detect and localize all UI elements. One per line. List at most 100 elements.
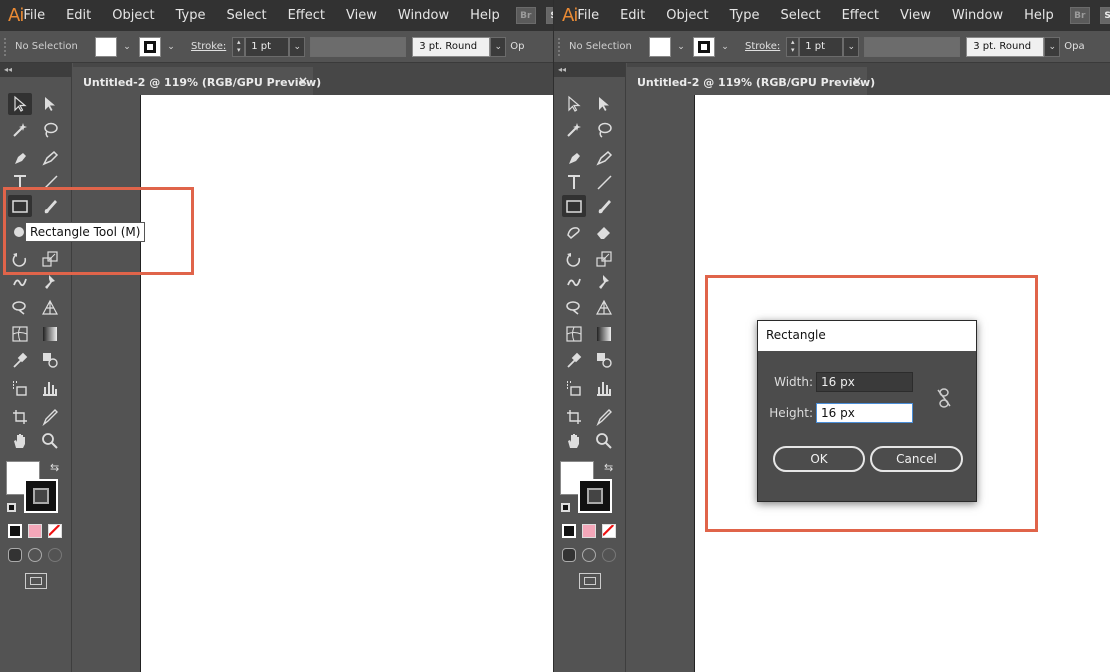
collapse-panel-icon[interactable]: ◂◂ xyxy=(0,63,71,77)
draw-inside-icon[interactable] xyxy=(48,548,62,562)
zoom-tool-icon[interactable] xyxy=(38,430,62,452)
paintbrush-tool-icon[interactable] xyxy=(592,195,616,217)
swap-colors-icon[interactable]: ⇆ xyxy=(50,461,59,474)
opacity-label[interactable]: Op xyxy=(510,41,524,52)
hand-tool-icon[interactable] xyxy=(562,430,586,452)
perspective-grid-tool-icon[interactable] xyxy=(38,296,62,318)
variable-width-profile[interactable] xyxy=(864,36,961,57)
selection-tool-icon[interactable] xyxy=(562,93,586,115)
chevron-down-icon[interactable]: ⌄ xyxy=(490,36,507,57)
menu-view[interactable]: View xyxy=(900,8,931,23)
screen-mode-icon[interactable] xyxy=(579,573,601,589)
stroke-label[interactable]: Stroke: xyxy=(191,41,226,52)
ok-button[interactable]: OK xyxy=(773,446,865,472)
brush-definition[interactable]: 3 pt. Round xyxy=(966,36,1045,57)
direct-selection-tool-icon[interactable] xyxy=(592,93,616,115)
chevron-down-icon[interactable]: ⌄ xyxy=(120,42,134,52)
graph-tool-icon[interactable] xyxy=(38,377,62,399)
artboard-tool-icon[interactable] xyxy=(8,406,32,428)
menu-select[interactable]: Select xyxy=(226,8,266,23)
screen-mode-icon[interactable] xyxy=(25,573,47,589)
stroke-color-box[interactable] xyxy=(24,479,58,513)
menu-effect[interactable]: Effect xyxy=(288,8,325,23)
stock-icon[interactable]: St xyxy=(545,7,553,24)
stroke-swatch[interactable] xyxy=(693,36,715,57)
brush-definition[interactable]: 3 pt. Round xyxy=(412,36,491,57)
menu-object[interactable]: Object xyxy=(666,8,708,23)
menu-edit[interactable]: Edit xyxy=(66,8,91,23)
draw-behind-icon[interactable] xyxy=(28,548,42,562)
warp-tool-icon[interactable] xyxy=(562,271,586,293)
line-tool-icon[interactable] xyxy=(592,171,616,193)
document-tab[interactable]: Untitled-2 @ 119% (RGB/GPU Preview) × xyxy=(627,67,875,95)
slice-tool-icon[interactable] xyxy=(592,406,616,428)
shape-builder-tool-icon[interactable] xyxy=(8,296,32,318)
draw-normal-icon[interactable] xyxy=(8,548,22,562)
mesh-tool-icon[interactable] xyxy=(8,323,32,345)
menu-view[interactable]: View xyxy=(346,8,377,23)
menu-effect[interactable]: Effect xyxy=(842,8,879,23)
curvature-tool-icon[interactable] xyxy=(38,147,62,169)
slice-tool-icon[interactable] xyxy=(38,406,62,428)
gradient-mode-icon[interactable] xyxy=(28,524,42,538)
graph-tool-icon[interactable] xyxy=(592,377,616,399)
type-tool-icon[interactable] xyxy=(562,171,586,193)
direct-selection-tool-icon[interactable] xyxy=(38,93,62,115)
color-mode-icon[interactable] xyxy=(562,524,576,538)
rotate-tool-icon[interactable] xyxy=(562,248,586,270)
scale-tool-icon[interactable] xyxy=(592,248,616,270)
eyedropper-tool-icon[interactable] xyxy=(562,349,586,371)
blend-tool-icon[interactable] xyxy=(592,349,616,371)
menu-object[interactable]: Object xyxy=(112,8,154,23)
shaper-tool-icon[interactable] xyxy=(562,221,586,243)
zoom-tool-icon[interactable] xyxy=(592,430,616,452)
curvature-tool-icon[interactable] xyxy=(592,147,616,169)
lasso-tool-icon[interactable] xyxy=(38,119,62,141)
none-mode-icon[interactable] xyxy=(602,524,616,538)
menu-edit[interactable]: Edit xyxy=(620,8,645,23)
none-mode-icon[interactable] xyxy=(48,524,62,538)
puppet-warp-tool-icon[interactable] xyxy=(592,271,616,293)
shape-builder-tool-icon[interactable] xyxy=(562,296,586,318)
stroke-spinner[interactable]: ▴ ▾ xyxy=(786,36,800,57)
stroke-spinner[interactable]: ▴ ▾ xyxy=(232,36,246,57)
swap-colors-icon[interactable]: ⇆ xyxy=(604,461,613,474)
menu-file[interactable]: File xyxy=(23,8,45,23)
gradient-tool-icon[interactable] xyxy=(38,323,62,345)
stroke-weight-field[interactable]: 1 pt xyxy=(245,36,290,57)
menu-help[interactable]: Help xyxy=(470,8,500,23)
stroke-color-box[interactable] xyxy=(578,479,612,513)
fill-swatch[interactable] xyxy=(649,36,671,57)
fill-swatch[interactable] xyxy=(95,36,117,57)
chevron-down-icon[interactable]: ⌄ xyxy=(289,36,306,57)
eyedropper-tool-icon[interactable] xyxy=(8,349,32,371)
bridge-icon[interactable]: Br xyxy=(1069,7,1090,24)
draw-normal-icon[interactable] xyxy=(562,548,576,562)
bridge-icon[interactable]: Br xyxy=(515,7,536,24)
menu-window[interactable]: Window xyxy=(952,8,1003,23)
pen-tool-icon[interactable] xyxy=(562,147,586,169)
pen-tool-icon[interactable] xyxy=(8,147,32,169)
selection-tool-icon[interactable] xyxy=(8,93,32,115)
stock-icon[interactable]: St xyxy=(1099,7,1110,24)
menu-window[interactable]: Window xyxy=(398,8,449,23)
stroke-weight-field[interactable]: 1 pt xyxy=(799,36,844,57)
color-mode-icon[interactable] xyxy=(8,524,22,538)
height-field[interactable]: 16 px xyxy=(816,403,913,423)
menu-type[interactable]: Type xyxy=(176,8,206,23)
artboard[interactable] xyxy=(140,95,553,672)
close-icon[interactable]: × xyxy=(852,74,862,88)
close-icon[interactable]: × xyxy=(298,74,308,88)
chevron-down-icon[interactable]: ⌄ xyxy=(718,42,732,52)
menu-type[interactable]: Type xyxy=(730,8,760,23)
gradient-mode-icon[interactable] xyxy=(582,524,596,538)
eraser-tool-icon[interactable] xyxy=(592,221,616,243)
variable-width-profile[interactable] xyxy=(310,36,407,57)
stroke-label[interactable]: Stroke: xyxy=(745,41,780,52)
hand-tool-icon[interactable] xyxy=(8,430,32,452)
symbol-sprayer-tool-icon[interactable] xyxy=(8,377,32,399)
grip-handle[interactable] xyxy=(4,37,8,56)
chevron-down-icon[interactable]: ⌄ xyxy=(674,42,688,52)
grip-handle[interactable] xyxy=(558,37,562,56)
artboard-tool-icon[interactable] xyxy=(562,406,586,428)
